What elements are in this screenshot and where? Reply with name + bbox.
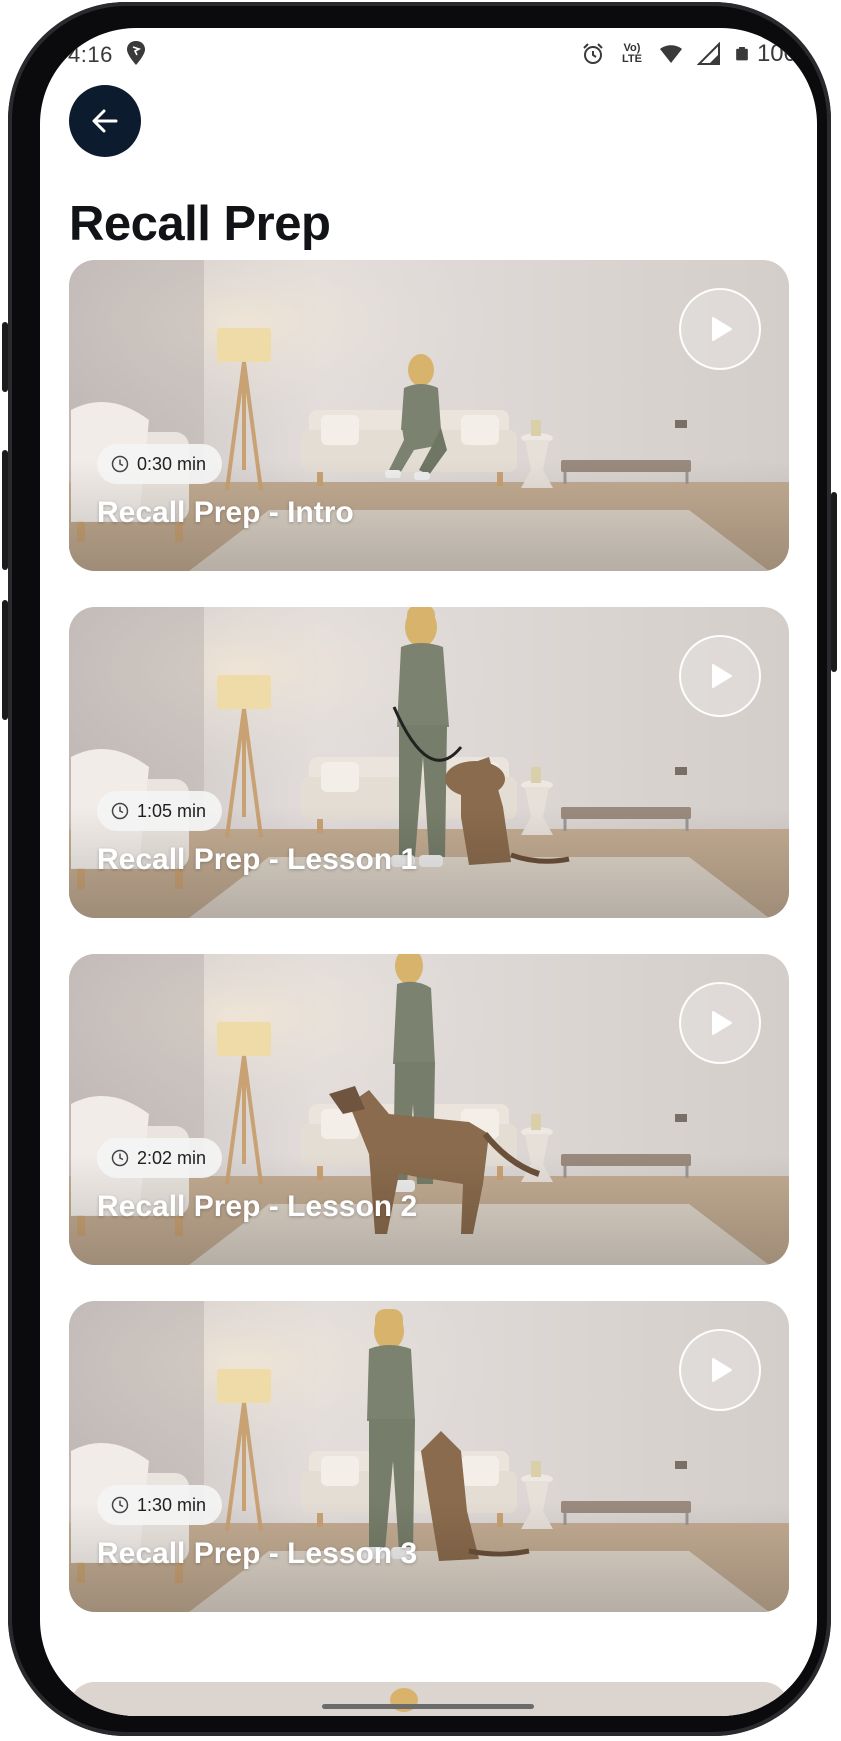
alarm-icon bbox=[583, 43, 603, 64]
volume-up-button bbox=[2, 322, 8, 392]
play-icon bbox=[712, 1358, 732, 1382]
status-time: 4:16 bbox=[68, 42, 113, 67]
play-button[interactable] bbox=[679, 288, 761, 370]
back-button[interactable] bbox=[69, 85, 141, 157]
volte-icon: Vo) LTE bbox=[621, 42, 642, 65]
arrow-left-icon bbox=[92, 109, 118, 133]
battery-icon bbox=[736, 47, 748, 61]
video-title: Recall Prep - Lesson 3 bbox=[97, 1537, 418, 1570]
video-card[interactable]: 2:02 min Recall Prep - Lesson 2 bbox=[69, 954, 789, 1265]
page-title: Recall Prep bbox=[69, 197, 331, 251]
clock-icon bbox=[111, 1149, 129, 1167]
play-button[interactable] bbox=[679, 982, 761, 1064]
play-icon bbox=[712, 664, 732, 688]
play-icon bbox=[712, 317, 732, 341]
duration-text: 2:02 min bbox=[137, 1147, 207, 1168]
location-icon bbox=[127, 41, 145, 65]
home-indicator bbox=[322, 1704, 534, 1709]
duration-badge: 2:02 min bbox=[97, 1138, 223, 1178]
clock-icon bbox=[111, 802, 129, 820]
action-button bbox=[2, 600, 8, 720]
video-card[interactable]: 1:05 min Recall Prep - Lesson 1 bbox=[69, 607, 789, 918]
video-thumbnail bbox=[69, 1682, 789, 1716]
duration-badge: 0:30 min bbox=[97, 444, 223, 484]
power-button bbox=[831, 492, 837, 672]
battery-percent: 100 bbox=[756, 40, 797, 67]
duration-text: 1:05 min bbox=[137, 800, 207, 821]
volume-down-button bbox=[2, 450, 8, 570]
video-title: Recall Prep - Intro bbox=[97, 496, 354, 529]
duration-text: 0:30 min bbox=[137, 453, 207, 474]
video-title: Recall Prep - Lesson 2 bbox=[97, 1190, 418, 1223]
duration-badge: 1:05 min bbox=[97, 791, 223, 831]
status-bar: 4:16 Vo) LTE 100 bbox=[40, 28, 817, 78]
app-screen: 4:16 Vo) LTE 100 Recall Prep 0:30 min Re… bbox=[40, 28, 817, 1716]
signal-icon bbox=[696, 42, 720, 65]
play-button[interactable] bbox=[679, 1329, 761, 1411]
clock-icon bbox=[111, 1496, 129, 1514]
play-button[interactable] bbox=[679, 635, 761, 717]
video-card[interactable]: 1:30 min Recall Prep - Lesson 3 bbox=[69, 1301, 789, 1612]
wifi-icon bbox=[659, 45, 682, 63]
video-card[interactable]: 0:30 min Recall Prep - Intro bbox=[69, 260, 789, 571]
duration-text: 1:30 min bbox=[137, 1494, 207, 1515]
play-icon bbox=[712, 1011, 732, 1035]
duration-badge: 1:30 min bbox=[97, 1485, 223, 1525]
phone-frame: 4:16 Vo) LTE 100 Recall Prep 0:30 min Re… bbox=[2, 2, 837, 1736]
clock-icon bbox=[111, 455, 129, 473]
next-video-card-partial[interactable] bbox=[69, 1682, 789, 1716]
video-title: Recall Prep - Lesson 1 bbox=[97, 843, 418, 876]
